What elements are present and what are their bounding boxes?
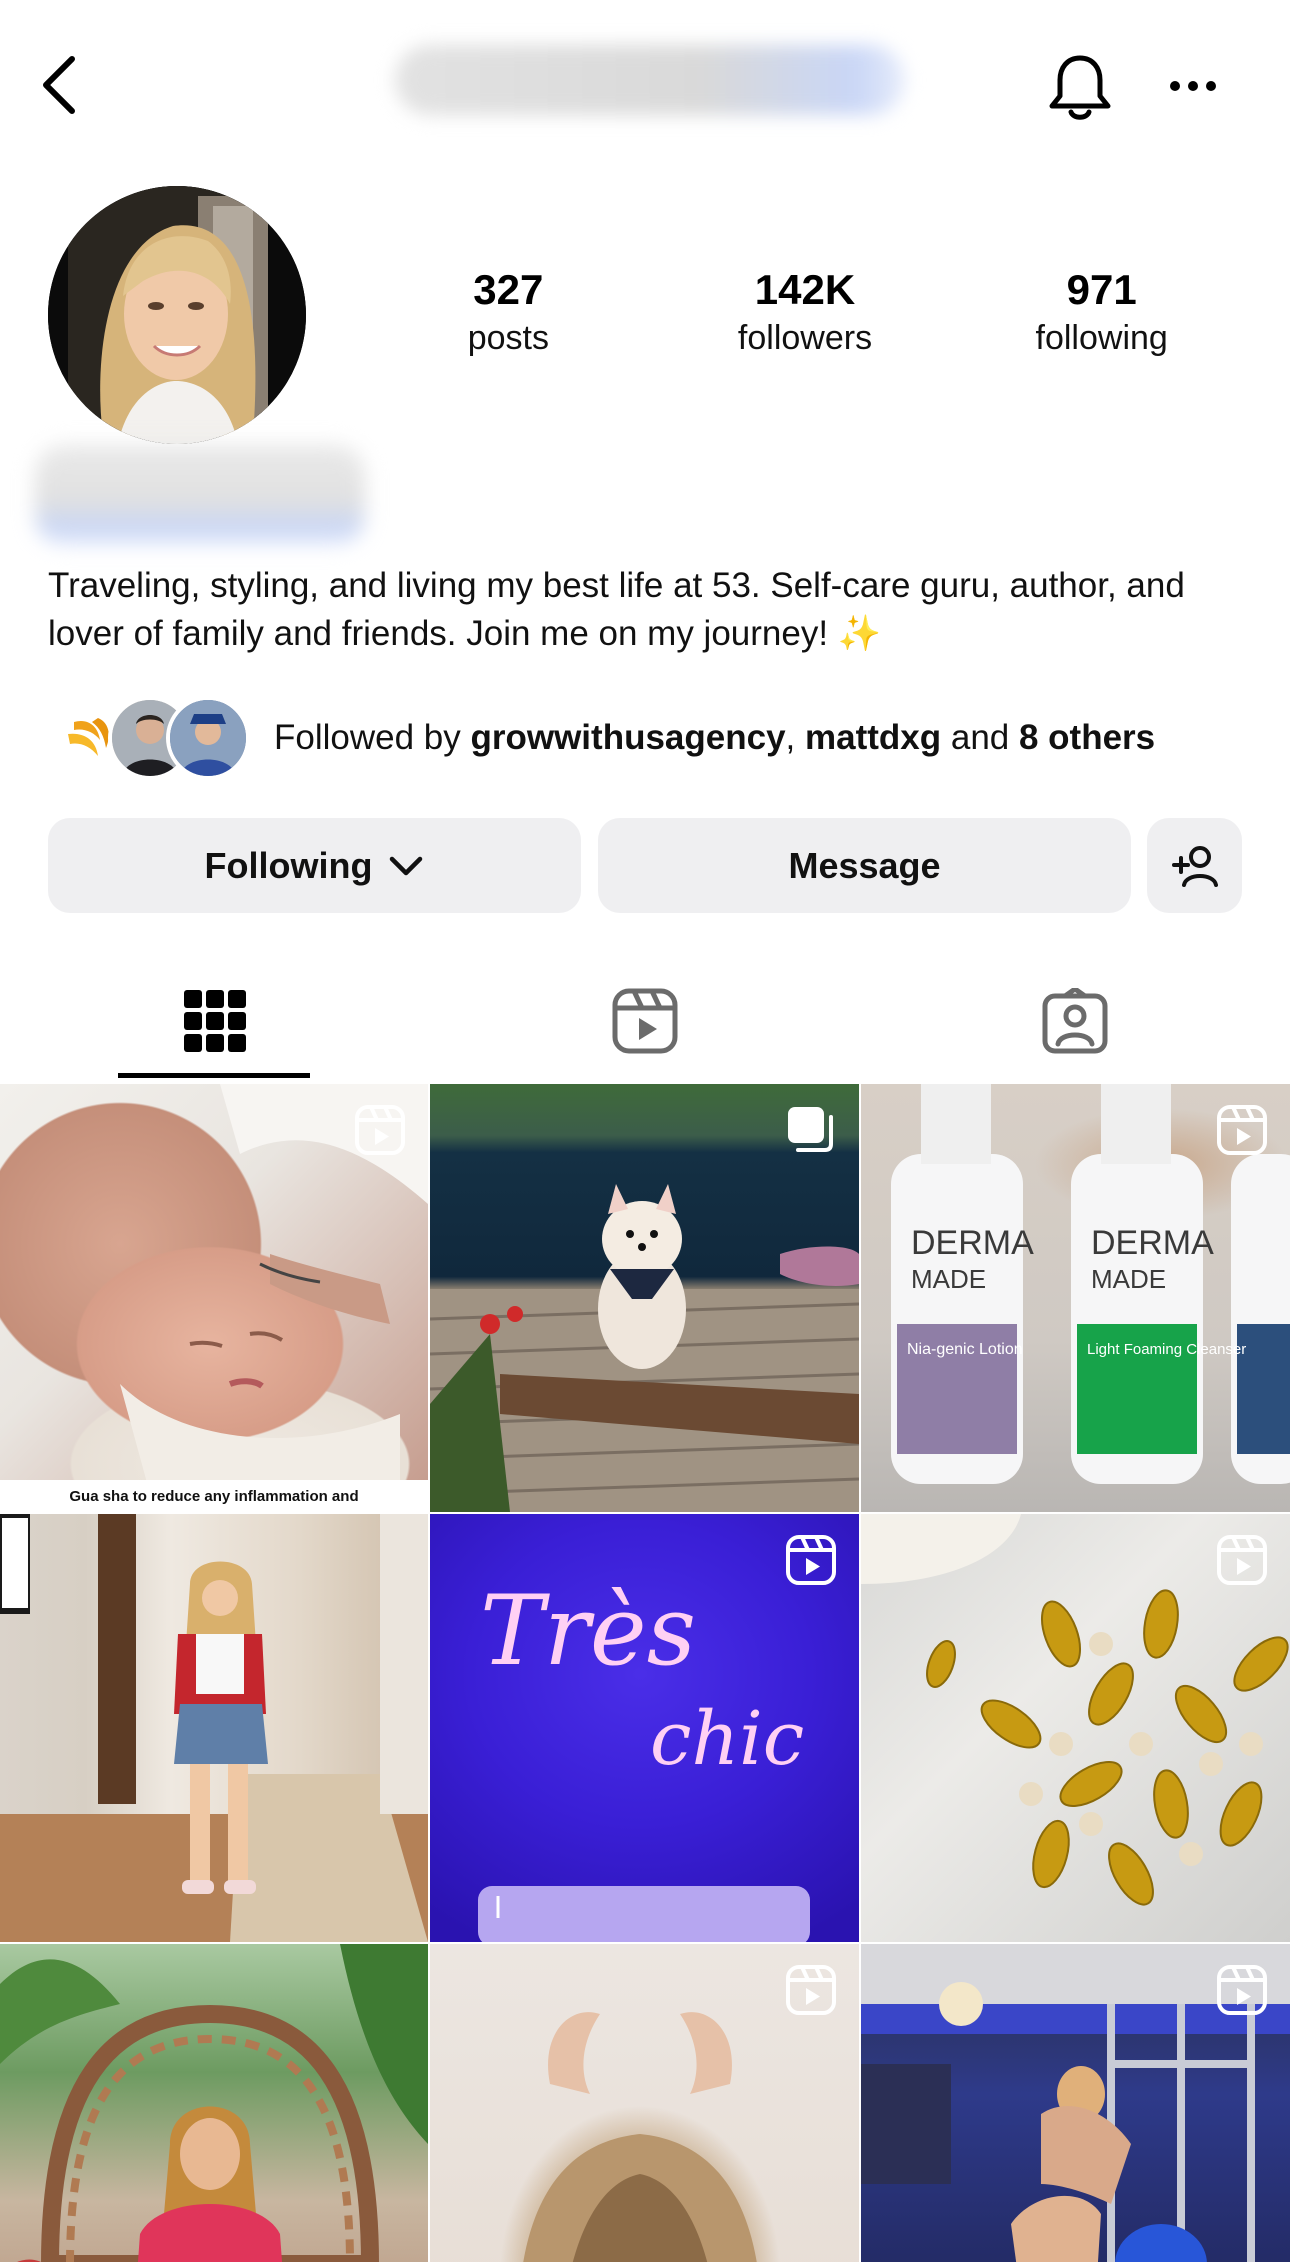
top-bar (0, 0, 1290, 170)
reel-badge-icon (1217, 1965, 1267, 2015)
display-name-redacted (35, 445, 365, 545)
person-photo (170, 700, 246, 776)
more-options-button[interactable] (1158, 56, 1228, 116)
mutual-followers-others[interactable]: 8 others (1019, 718, 1155, 757)
notifications-button[interactable] (1040, 48, 1120, 128)
product-name-text: Light Foaming Cleanser (1087, 1341, 1246, 1358)
more-horizontal-icon (1170, 81, 1216, 91)
reel-badge-icon (1217, 1535, 1267, 1585)
following-button-label: Following (204, 844, 373, 886)
product-name-text: Nia-genic Lotion (907, 1341, 1023, 1358)
profile-stats: 327 posts 142K followers 971 following (360, 265, 1250, 365)
followers-label: followers (737, 319, 873, 357)
neon-sign-text: chic (650, 1696, 804, 1782)
product-brand-text: DERMA (1091, 1224, 1214, 1262)
neon-sign-text: Très (480, 1575, 696, 1687)
person-add-icon (1171, 845, 1218, 887)
back-button[interactable] (30, 50, 90, 120)
post-thumbnail[interactable]: Gua sha to reduce any inflammation and (0, 1084, 428, 1512)
post-thumbnail[interactable] (861, 1514, 1290, 1942)
product-brand-text: MADE (911, 1264, 986, 1294)
mutual-avatar-3 (166, 696, 250, 780)
tagged-person-icon (1042, 988, 1108, 1054)
following-label: following (1035, 319, 1168, 357)
followed-by-separator: , (785, 718, 805, 757)
posts-label: posts (467, 319, 549, 357)
carousel-badge-icon (788, 1107, 833, 1152)
tab-grid[interactable] (0, 960, 430, 1082)
product-brand-text: MADE (1091, 1264, 1166, 1294)
post-thumbnail[interactable]: DERMA MADE DERMA MADE Nia-genic Lotion L… (861, 1084, 1290, 1512)
reels-icon (612, 988, 678, 1054)
product-brand-text: DERMA (911, 1224, 1034, 1262)
post-photo (0, 1514, 428, 1942)
following-count: 971 (1066, 266, 1137, 313)
post-thumbnail[interactable]: Très chic (430, 1514, 859, 1942)
followed-by-and: and (941, 718, 1019, 757)
mutual-follower-2[interactable]: mattdxg (805, 718, 941, 757)
profile-bio: Traveling, styling, and living my best l… (48, 566, 1185, 653)
mutual-followers-avatars (50, 690, 260, 786)
followers-count: 142K (754, 266, 856, 313)
reel-badge-icon (786, 1535, 836, 1585)
chevron-left-icon (43, 56, 75, 114)
post-caption-overlay: Gua sha to reduce any inflammation and (0, 1480, 428, 1512)
chevron-down-icon (390, 856, 423, 875)
reel-badge-icon (786, 1965, 836, 2015)
tab-tagged[interactable] (860, 960, 1290, 1082)
post-thumbnail[interactable] (430, 1944, 859, 2262)
avatar-photo (48, 186, 306, 444)
username-title-redacted (395, 45, 905, 115)
post-photo (0, 1944, 428, 2262)
suggested-users-button[interactable] (1147, 818, 1242, 913)
post-thumbnail[interactable] (430, 1084, 859, 1512)
reel-badge-icon (1217, 1105, 1267, 1155)
post-thumbnail[interactable] (0, 1514, 428, 1942)
stat-following[interactable]: 971 following (953, 265, 1250, 365)
followed-by-prefix: Followed by (274, 718, 471, 757)
profile-avatar[interactable] (48, 186, 306, 444)
posts-count: 327 (473, 266, 544, 313)
stat-posts[interactable]: 327 posts (360, 265, 657, 365)
bell-icon (1049, 55, 1111, 120)
following-button[interactable]: Following (48, 818, 581, 913)
reel-badge-icon (355, 1105, 405, 1155)
mutual-follower-1[interactable]: growwithusagency (470, 718, 785, 757)
grid-icon (184, 990, 246, 1052)
followed-by-text: Followed by growwithusagency, mattdxg an… (274, 718, 1155, 758)
active-tab-indicator (118, 1073, 310, 1078)
message-button[interactable]: Message (598, 818, 1131, 913)
post-thumbnail[interactable] (861, 1944, 1290, 2262)
posts-grid: Gua sha to reduce any inflammation and D… (0, 1084, 1290, 2262)
followed-by-row[interactable]: Followed by growwithusagency, mattdxg an… (50, 690, 1270, 786)
stat-followers[interactable]: 142K followers (657, 265, 954, 365)
post-thumbnail[interactable] (0, 1944, 428, 2262)
profile-tabs (0, 960, 1290, 1082)
tab-reels[interactable] (430, 960, 860, 1082)
message-button-label: Message (788, 844, 941, 886)
